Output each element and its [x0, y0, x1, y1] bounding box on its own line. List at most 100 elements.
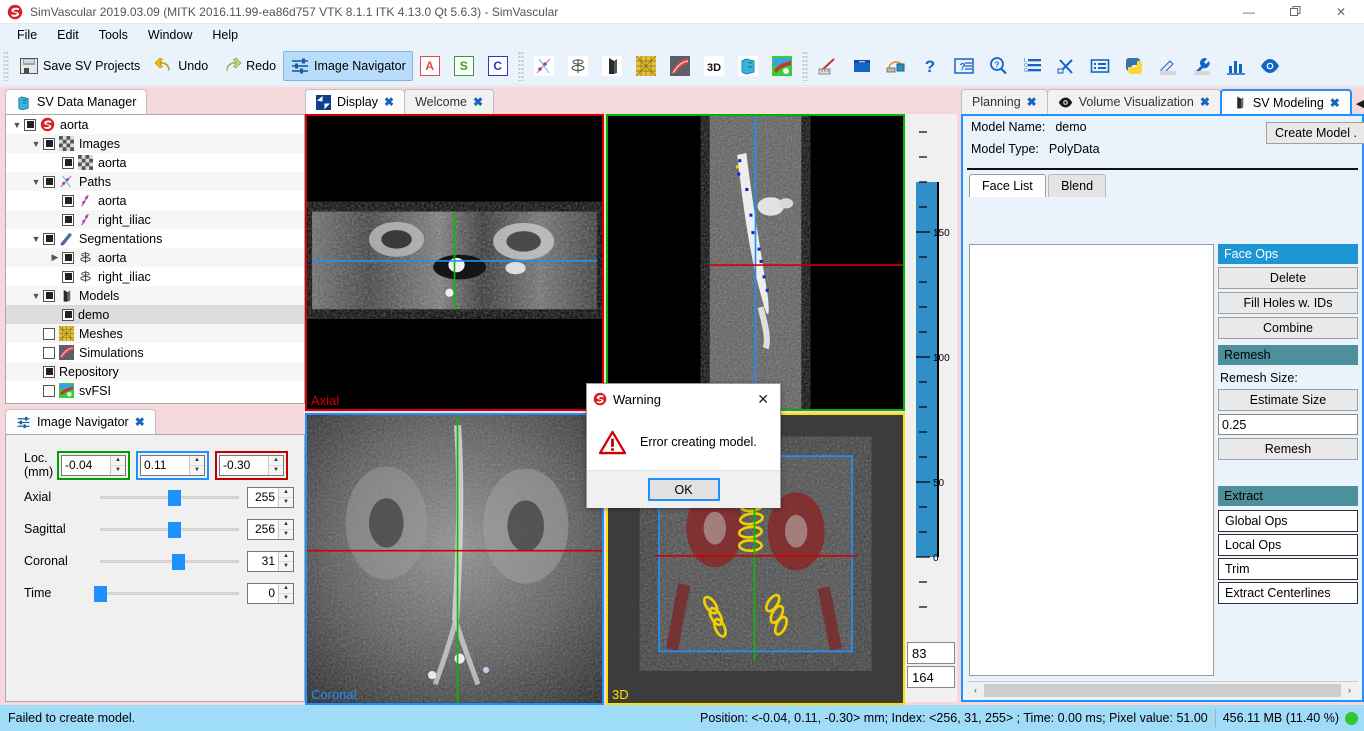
settings-sim-button[interactable]: [1185, 51, 1219, 81]
tab-prev-icon[interactable]: ◀: [1356, 97, 1364, 110]
close-button[interactable]: ✕: [1318, 0, 1364, 24]
local-ops-item[interactable]: Local Ops: [1218, 534, 1358, 556]
preferences-button[interactable]: [1049, 51, 1083, 81]
simulation-tool-button[interactable]: [663, 51, 697, 81]
navigator-slider-axial[interactable]: [100, 487, 239, 507]
image-navigator-toggle-button[interactable]: Image Navigator: [283, 50, 413, 81]
slider-thumb[interactable]: [94, 586, 107, 602]
navigator-spinner-sagittal[interactable]: ▲ ▼: [278, 519, 293, 539]
toolbar-grip-2[interactable]: [517, 50, 524, 81]
tree-item-checkbox[interactable]: [43, 346, 55, 359]
tree-item-meshes[interactable]: Meshes: [6, 324, 304, 343]
edit-sim-button[interactable]: [1151, 51, 1185, 81]
memory-indicator-dot[interactable]: [1345, 711, 1358, 725]
slider-thumb[interactable]: [167, 522, 181, 538]
chevron-down-icon[interactable]: ▼: [29, 234, 43, 244]
search-help-button[interactable]: ?: [981, 51, 1015, 81]
measure-tool-button[interactable]: [811, 51, 845, 81]
warning-dialog-close-icon[interactable]: ✕: [752, 391, 774, 408]
navigator-spinbox-time[interactable]: ▲▼: [247, 582, 294, 604]
tree-item-segmentations[interactable]: ▼ Segmentations: [6, 229, 304, 248]
close-volume-visualization-icon[interactable]: ✖: [1200, 95, 1210, 109]
tree-item-images[interactable]: ▼ Images: [6, 134, 304, 153]
tree-item-checkbox[interactable]: [62, 194, 74, 207]
scroll-left-icon[interactable]: ‹: [967, 685, 984, 695]
save-sv-projects-button[interactable]: Save SV Projects: [12, 51, 147, 81]
log-button[interactable]: L O G: [1015, 51, 1049, 81]
combine-faces-button[interactable]: Combine: [1218, 317, 1358, 339]
modeling-tool-button[interactable]: [595, 51, 629, 81]
chevron-right-icon[interactable]: ▶: [48, 252, 62, 263]
loc-z-field-wrap[interactable]: ▲▼: [215, 450, 288, 480]
subtab-face-list[interactable]: Face List: [969, 174, 1046, 197]
tree-item-checkbox[interactable]: [62, 270, 74, 283]
data-manager-tree[interactable]: ▼ aorta ▼ Images aorta ▼ Paths aorta right_iliac…: [6, 115, 304, 400]
tree-item-aorta[interactable]: aorta: [6, 191, 304, 210]
loc-x-field-wrap[interactable]: ▲▼: [57, 450, 130, 480]
navigator-spinner-time[interactable]: ▲ ▼: [278, 583, 293, 603]
datasets-button[interactable]: [845, 51, 879, 81]
reset-views-button[interactable]: [879, 51, 913, 81]
tree-item-right-iliac[interactable]: right_iliac: [6, 267, 304, 286]
viewport-axial[interactable]: Axial: [305, 114, 604, 411]
window-value-field[interactable]: 164: [907, 666, 955, 688]
viewport-coronal-canvas[interactable]: Coronal: [307, 414, 602, 703]
extract-header[interactable]: Extract: [1218, 486, 1358, 506]
loc-z-spinner[interactable]: ▲ ▼: [268, 455, 283, 475]
scrollbar-thumb[interactable]: [984, 683, 1341, 697]
tree-item-svfsi[interactable]: svFSI: [6, 381, 304, 400]
tree-item-checkbox[interactable]: [24, 118, 36, 131]
tab-sv-data-manager[interactable]: SV Data Manager: [5, 89, 148, 114]
tree-item-checkbox[interactable]: [62, 251, 74, 264]
loc-y-field-wrap[interactable]: ▲▼: [136, 450, 209, 480]
visibility-button[interactable]: [1253, 51, 1287, 81]
tab-display[interactable]: Display ✖: [305, 89, 406, 114]
navigator-value-time[interactable]: [248, 583, 278, 603]
remesh-header[interactable]: Remesh: [1218, 345, 1358, 365]
tree-item-repository[interactable]: Repository: [6, 362, 304, 381]
tree-item-right-iliac[interactable]: right_iliac: [6, 210, 304, 229]
fill-holes-with-ids-button[interactable]: Fill Holes w. IDs: [1218, 292, 1358, 314]
sagittal-view-button[interactable]: S: [447, 51, 481, 81]
navigator-spinner-axial[interactable]: ▲ ▼: [278, 487, 293, 507]
viewport-sagittal-canvas[interactable]: [608, 116, 903, 409]
undo-button[interactable]: Undo: [147, 51, 215, 81]
menu-tools[interactable]: Tools: [90, 26, 137, 44]
help-button[interactable]: ?: [913, 51, 947, 81]
tree-item-models[interactable]: ▼ Models: [6, 286, 304, 305]
menu-edit[interactable]: Edit: [48, 26, 88, 44]
toolbar-grip-3[interactable]: [801, 50, 808, 81]
extract-centerlines-item[interactable]: Extract Centerlines: [1218, 582, 1358, 604]
face-list-table[interactable]: [969, 244, 1214, 676]
remesh-button[interactable]: Remesh: [1218, 438, 1358, 460]
tree-item-checkbox[interactable]: [43, 327, 55, 340]
slider-thumb[interactable]: [167, 490, 181, 506]
trim-item[interactable]: Trim: [1218, 558, 1358, 580]
navigator-slider-sagittal[interactable]: [100, 519, 239, 539]
tree-item-checkbox[interactable]: [43, 232, 55, 245]
tree-item-aorta[interactable]: ▶ aorta: [6, 248, 304, 267]
axial-view-button[interactable]: A: [413, 51, 447, 81]
subtab-blend[interactable]: Blend: [1048, 174, 1107, 197]
tree-item-checkbox[interactable]: [43, 365, 55, 378]
navigator-value-axial[interactable]: [248, 487, 278, 507]
chevron-down-icon[interactable]: ▼: [29, 139, 43, 149]
loc-y-spinner[interactable]: ▲ ▼: [189, 455, 204, 475]
navigator-value-sagittal[interactable]: [248, 519, 278, 539]
viewport-axial-canvas[interactable]: Axial: [307, 116, 602, 409]
slider-thumb[interactable]: [171, 554, 185, 570]
loc-x-spinner[interactable]: ▲ ▼: [110, 455, 125, 475]
face-ops-header[interactable]: Face Ops: [1218, 244, 1358, 264]
remesh-size-input[interactable]: [1218, 414, 1358, 435]
menu-file[interactable]: File: [8, 26, 46, 44]
navigator-spinbox-axial[interactable]: ▲▼: [247, 486, 294, 508]
delete-face-button[interactable]: Delete: [1218, 267, 1358, 289]
tree-item-checkbox[interactable]: [62, 213, 74, 226]
meshing-tool-button[interactable]: [629, 51, 663, 81]
tree-item-checkbox[interactable]: [62, 308, 74, 321]
tree-item-aorta[interactable]: ▼ aorta: [6, 115, 304, 134]
python-console-button[interactable]: [1117, 51, 1151, 81]
chevron-down-icon[interactable]: ▼: [29, 291, 43, 301]
close-display-icon[interactable]: ✖: [384, 95, 394, 109]
chevron-down-icon[interactable]: ▼: [10, 120, 24, 130]
